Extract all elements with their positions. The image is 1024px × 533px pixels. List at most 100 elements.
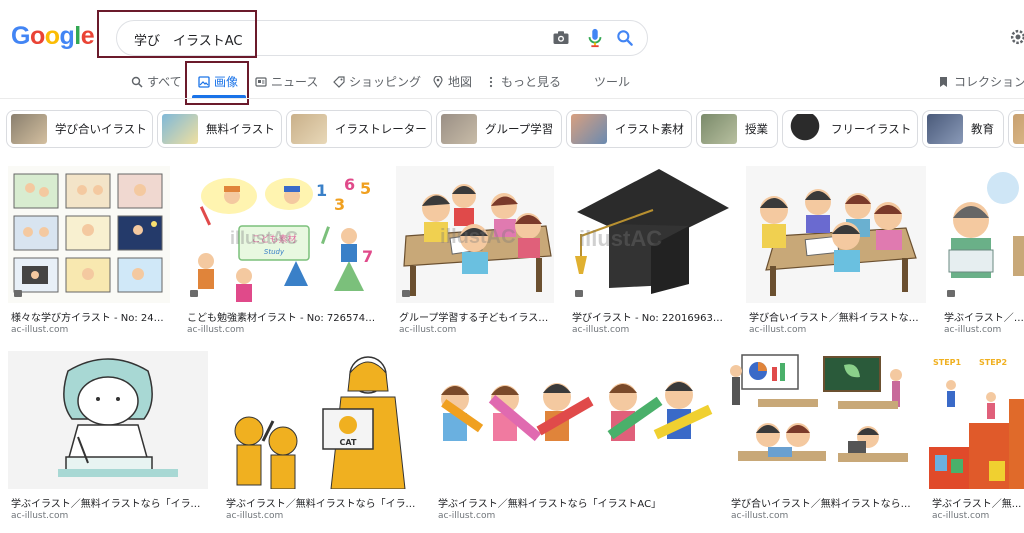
logo-letter: g bbox=[59, 22, 75, 50]
result-title: グループ学習する子どもイラスト ... bbox=[399, 313, 554, 324]
logo-letter: o bbox=[44, 22, 60, 50]
image-result[interactable]: 様々な学び方イラスト - No: 24937... ac-illust.com bbox=[8, 166, 170, 338]
result-title: 学ぶイラスト／無... bbox=[944, 313, 1024, 324]
result-source: ac-illust.com bbox=[932, 511, 990, 521]
tab-label: ショッピング bbox=[349, 75, 422, 89]
chip-thumbnail bbox=[571, 114, 607, 144]
teacher-with-cat-card-illustration: CAT bbox=[223, 351, 421, 489]
chip-label: 教育 bbox=[971, 122, 994, 136]
peer-learning-illustration bbox=[746, 166, 926, 303]
logo-letter: G bbox=[11, 22, 30, 50]
header: Google 学び イラストAC bbox=[0, 0, 1024, 62]
result-title: こども勉強素材イラスト - No: 726574／無... bbox=[187, 313, 381, 324]
illustac-watermark: illustAC bbox=[579, 226, 663, 251]
chip-item[interactable]: 無料イラスト bbox=[157, 110, 282, 148]
search-icon[interactable] bbox=[615, 28, 635, 48]
learning-styles-illustration bbox=[8, 166, 170, 303]
gear-icon[interactable] bbox=[1008, 27, 1024, 47]
result-source: ac-illust.com bbox=[11, 325, 69, 335]
mic-icon[interactable] bbox=[587, 28, 603, 48]
image-text: 6 bbox=[344, 175, 355, 194]
related-search-chips: 学び合いイラスト 無料イラスト イラストレーター グループ学習 イラスト素材 授… bbox=[0, 110, 1024, 148]
result-source: ac-illust.com bbox=[572, 325, 630, 335]
image-result[interactable]: CAT 学ぶイラスト／無料イラストなら「イラス... ac-illust.com bbox=[223, 351, 421, 523]
image-result[interactable]: 学び合いイラスト／無料イラストなら「... ac-illust.com bbox=[728, 351, 914, 523]
camera-icon[interactable] bbox=[552, 29, 570, 47]
image-text: STEP1 bbox=[933, 358, 962, 367]
tab-label: すべて bbox=[147, 75, 182, 89]
chip-item[interactable]: イラスト素材 bbox=[566, 110, 692, 148]
chip-item[interactable]: フリーイラスト bbox=[782, 110, 918, 148]
tab-label: ツール bbox=[594, 75, 631, 89]
result-source: ac-illust.com bbox=[11, 511, 69, 521]
image-result[interactable]: 学びイラスト - No: 22016963／無... ac-illust.com… bbox=[569, 166, 731, 338]
result-title: 学ぶイラスト／無... bbox=[932, 499, 1022, 510]
image-text: CAT bbox=[340, 438, 357, 447]
tab-news[interactable]: ニュース bbox=[255, 73, 318, 90]
image-badge-icon bbox=[190, 290, 198, 297]
news-icon bbox=[255, 76, 267, 87]
chip-label: グループ学習 bbox=[485, 122, 554, 136]
result-title: 学ぶイラスト／無料イラストなら「イラス... bbox=[11, 499, 207, 510]
image-result[interactable]: 学ぶイラスト／無料イラストなら「イラス... ac-illust.com bbox=[8, 351, 208, 523]
result-title: 学ぶイラスト／無料イラストなら「イラストAC」 bbox=[438, 499, 662, 510]
chip-thumbnail bbox=[162, 114, 198, 144]
chip-item[interactable]: グループ学習 bbox=[436, 110, 562, 148]
google-logo[interactable]: Google bbox=[11, 22, 95, 51]
tab-label: コレクション bbox=[954, 75, 1024, 89]
chip-thumbnail bbox=[787, 114, 823, 144]
result-title: 学び合いイラスト／無料イラストなら「... bbox=[731, 499, 913, 510]
logo-letter: e bbox=[80, 22, 95, 50]
result-source: ac-illust.com bbox=[731, 511, 789, 521]
chip-thumbnail bbox=[701, 114, 737, 144]
result-thumbnail bbox=[8, 166, 170, 303]
result-title: 学ぶイラスト／無料イラストなら「イラス... bbox=[226, 499, 420, 510]
chip-label: 授業 bbox=[745, 122, 768, 136]
image-badge-icon bbox=[947, 290, 955, 297]
result-source: ac-illust.com bbox=[944, 325, 1002, 335]
image-result[interactable]: 学ぶイラスト／無料イラストなら「イラストAC」 ac-illust.com bbox=[435, 351, 713, 523]
result-thumbnail: CAT bbox=[223, 351, 421, 489]
chip-label: イラスト素材 bbox=[615, 122, 684, 136]
tab-all[interactable]: すべて bbox=[131, 73, 182, 90]
tab-tools[interactable]: ツール bbox=[594, 73, 630, 90]
more-vert-icon bbox=[489, 76, 493, 87]
image-result[interactable]: こども素材 Study 1 3 6 5 7 こども勉強素材イラスト - No: … bbox=[184, 166, 381, 338]
tab-label: 地図 bbox=[448, 75, 473, 89]
chip-label: 無料イラスト bbox=[206, 122, 275, 136]
chip-item[interactable]: 授業 bbox=[696, 110, 778, 148]
image-text: 3 bbox=[334, 195, 345, 214]
chip-item[interactable]: 学び合いイラスト bbox=[6, 110, 153, 148]
result-thumbnail bbox=[435, 351, 713, 489]
result-source: ac-illust.com bbox=[438, 511, 496, 521]
search-icon bbox=[131, 76, 143, 88]
reading-girl-illustration bbox=[941, 166, 1024, 303]
logo-letter: o bbox=[29, 22, 45, 50]
result-thumbnail: STEP1 STEP2 bbox=[929, 351, 1024, 489]
search-highlight-box bbox=[97, 10, 257, 58]
chip-item[interactable] bbox=[1008, 110, 1024, 148]
tab-label: ニュース bbox=[271, 75, 319, 89]
image-result[interactable]: STEP1 STEP2 学ぶイラスト／無... ac-illust.com bbox=[929, 351, 1024, 523]
tab-maps[interactable]: 地図 bbox=[432, 73, 472, 90]
search-tabs: すべて 画像 ニュース ショッピング 地図 もっと見る ツール コレクション bbox=[0, 68, 1024, 98]
image-result[interactable]: 学ぶイラスト／無... ac-illust.com bbox=[941, 166, 1024, 338]
chip-thumbnail bbox=[927, 114, 963, 144]
result-thumbnail bbox=[746, 166, 926, 303]
chip-item[interactable]: 教育 bbox=[922, 110, 1004, 148]
image-result[interactable]: 学び合いイラスト／無料イラストなら... ac-illust.com bbox=[746, 166, 926, 338]
chip-item[interactable]: イラストレーター bbox=[286, 110, 432, 148]
tab-shopping[interactable]: ショッピング bbox=[333, 73, 421, 90]
chip-thumbnail bbox=[291, 114, 327, 144]
image-badge-icon bbox=[14, 290, 22, 297]
collections-link[interactable]: コレクション bbox=[938, 73, 1024, 90]
tab-more[interactable]: もっと見る bbox=[485, 73, 561, 90]
image-text: 5 bbox=[360, 179, 371, 198]
image-text: STEP2 bbox=[979, 358, 1007, 367]
map-pin-icon bbox=[433, 75, 443, 88]
image-result[interactable]: グループ学習する子どもイラスト ... ac-illust.com bbox=[396, 166, 554, 338]
chip-label: フリーイラスト bbox=[831, 122, 912, 136]
studying-girl-illustration bbox=[8, 351, 208, 489]
result-title: 学びイラスト - No: 22016963／無... bbox=[572, 313, 730, 324]
kids-with-pencils-illustration bbox=[435, 351, 713, 489]
